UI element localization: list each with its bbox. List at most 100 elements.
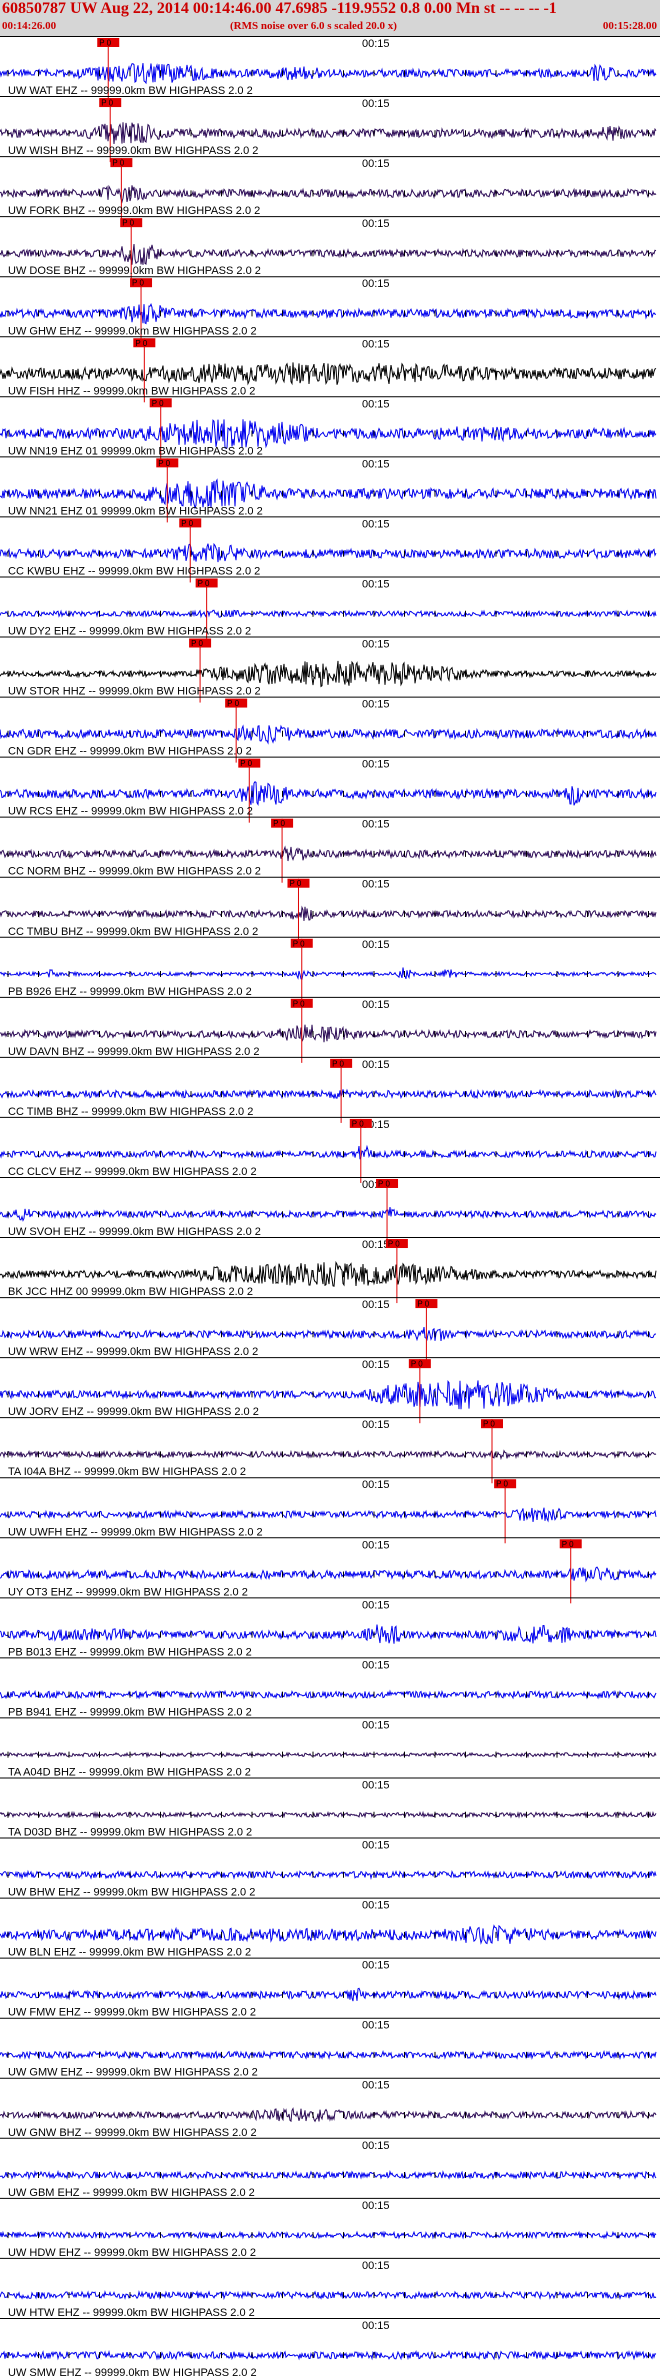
- trace-row: 00:15 P 0 UW NN19 EHZ 01 99999.0km BW HIGH…: [0, 396, 660, 463]
- time-marker-label: 00:15: [362, 1960, 390, 1972]
- station-label: PB B941 EHZ -- 99999.0km BW HIGHPASS 2.0…: [8, 1706, 252, 1718]
- time-marker-label: 00:15: [362, 879, 390, 891]
- end-time: 00:15:28.00: [602, 20, 657, 32]
- time-marker-label: 00:15: [362, 939, 390, 951]
- pick-label: P 0: [562, 1540, 574, 1549]
- waveform-trace: [0, 1689, 657, 1700]
- pick-label: P 0: [388, 1240, 400, 1249]
- trace-row: 00:15 UW GNW BHZ -- 99999.0km BW HIGHPASS…: [0, 2077, 660, 2139]
- station-label: UW HDW EHZ -- 99999.0km BW HIGHPASS 2.0 …: [8, 2247, 256, 2259]
- trace-row: 00:15 UW HDW EHZ -- 99999.0km BW HIGHPASS…: [0, 2197, 660, 2259]
- station-label: PB B926 EHZ -- 99999.0km BW HIGHPASS 2.0…: [8, 986, 252, 998]
- trace-row: 00:15 P 0 UW STOR HHZ -- 99999.0km BW HIGH…: [0, 636, 660, 703]
- waveform-trace: [0, 243, 657, 265]
- time-marker-label: 00:15: [362, 2260, 390, 2272]
- trace-row: 00:15 P 0 UW WISH BHZ -- 99999.0km BW HIGH…: [0, 96, 660, 163]
- time-marker-label: 00:15: [362, 699, 390, 711]
- pick-label: P 0: [289, 879, 301, 888]
- time-marker-label: 00:15: [362, 1059, 390, 1071]
- trace-row: 00:15P 0 BK JCC HHZ 00 99999.0km BW HIGHP…: [0, 1237, 660, 1304]
- trace-row: 00:15 P 0 UW UWFH EHZ -- 99999.0km BW HIGH…: [0, 1477, 660, 1544]
- waveform-trace: [0, 2230, 657, 2240]
- station-label: UW WAT EHZ -- 99999.0km BW HIGHPASS 2.0 …: [8, 85, 253, 97]
- pick-label: P 0: [293, 939, 305, 948]
- trace-row: 00:15 UW FMW EHZ -- 99999.0km BW HIGHPASS…: [0, 1957, 660, 2019]
- trace-row: 00:15 UW BHW EHZ -- 99999.0km BW HIGHPASS…: [0, 1837, 660, 1899]
- time-marker-label: 00:15: [362, 1840, 390, 1852]
- time-marker-label: 00:15: [362, 218, 390, 230]
- trace-row: 00:15 P 0 UW WRW EHZ -- 99999.0km BW HIGHP…: [0, 1297, 660, 1364]
- pick-label: P 0: [101, 99, 113, 108]
- pick-label: P 0: [411, 1360, 423, 1369]
- station-label: UW BLN EHZ -- 99999.0km BW HIGHPASS 2.0 …: [8, 1947, 251, 1959]
- station-label: UW FORK BHZ -- 99999.0km BW HIGHPASS 2.0…: [8, 205, 260, 217]
- station-label: UW NN21 EHZ 01 99999.0km BW HIGHPASS 2.0…: [8, 505, 263, 517]
- start-time: 00:14:26.00: [2, 20, 57, 32]
- trace-row: 00:15 UW BLN EHZ -- 99999.0km BW HIGHPASS…: [0, 1897, 660, 1959]
- waveform-trace: [0, 905, 657, 921]
- waveform-trace: [0, 2349, 657, 2361]
- station-label: UW BHW EHZ -- 99999.0km BW HIGHPASS 2.0 …: [8, 1887, 255, 1899]
- waveform-trace: [0, 1088, 657, 1100]
- station-label: UW JORV EHZ -- 99999.0km BW HIGHPASS 2.0…: [8, 1406, 259, 1418]
- pick-label: P 0: [158, 459, 170, 468]
- pick-label: P 0: [191, 639, 203, 648]
- waveform-trace: [0, 303, 656, 325]
- time-marker-label: 00:15: [362, 2140, 390, 2152]
- waveform-trace: [0, 2107, 657, 2123]
- time-marker-label: 00:15: [362, 639, 390, 651]
- station-label: UW NN19 EHZ 01 99999.0km BW HIGHPASS 2.0…: [8, 445, 263, 457]
- time-marker-label: 00:15: [362, 1719, 390, 1731]
- trace-row: 00:15 P 0 UW WAT EHZ -- 99999.0km BW HIGHP…: [0, 36, 660, 103]
- station-label: UY OT3 EHZ -- 99999.0km BW HIGHPASS 2.0 …: [8, 1586, 248, 1598]
- pick-label: P 0: [273, 819, 285, 828]
- pick-label: P 0: [352, 1119, 364, 1128]
- station-label: CC TMBU BHZ -- 99999.0km BW HIGHPASS 2.0…: [8, 926, 258, 938]
- station-label: CC NORM BHZ -- 99999.0km BW HIGHPASS 2.0…: [8, 866, 261, 878]
- station-label: UW UWFH EHZ -- 99999.0km BW HIGHPASS 2.0…: [8, 1526, 263, 1538]
- time-marker-label: 00:15: [362, 2020, 390, 2032]
- trace-row: 00:15 P 0 UY OT3 EHZ -- 99999.0km BW HIGHP…: [0, 1537, 660, 1604]
- time-marker-label: 00:15: [362, 1479, 390, 1491]
- station-label: UW GMW EHZ -- 99999.0km BW HIGHPASS 2.0 …: [8, 2067, 258, 2079]
- time-marker-label: 00:15: [362, 38, 390, 50]
- time-marker-label: 00:15: [362, 338, 390, 350]
- time-marker-label: 00:15: [362, 1599, 390, 1611]
- trace-row: 00:15 UW HTW EHZ -- 99999.0km BW HIGHPASS…: [0, 2257, 660, 2319]
- time-marker-label: 00:15: [362, 2320, 390, 2332]
- pick-label: P 0: [483, 1420, 495, 1429]
- pick-label: P 0: [378, 1179, 390, 1188]
- event-header: 60850787 UW Aug 22, 2014 00:14:46.00 47.…: [0, 0, 660, 36]
- station-label: UW FISH HHZ -- 99999.0km BW HIGHPASS 2.0…: [8, 385, 255, 397]
- waveform-trace: [0, 419, 657, 449]
- pick-label: P 0: [132, 279, 144, 288]
- trace-row: 00:15 P 0 UW NN21 EHZ 01 99999.0km BW HIGH…: [0, 456, 660, 523]
- trace-row: 00:15 P 0 UW FORK BHZ -- 99999.0km BW HIGH…: [0, 156, 660, 223]
- time-marker-label: 00:15: [362, 2080, 390, 2092]
- station-label: UW SMW EHZ -- 99999.0km BW HIGHPASS 2.0 …: [8, 2367, 257, 2378]
- pick-label: P 0: [181, 519, 193, 528]
- trace-row: 00:15 TA A04D BHZ -- 99999.0km BW HIGHPAS…: [0, 1717, 660, 1778]
- waveform-trace: [0, 2169, 657, 2181]
- waveform-trace: [0, 609, 657, 619]
- time-marker-label: 00:15: [362, 1359, 390, 1371]
- time-marker-label: 00:15: [362, 1299, 390, 1311]
- trace-row: 00:15 P 0 CN GDR EHZ -- 99999.0km BW HIGHP…: [0, 696, 660, 763]
- waveform-trace: [0, 1260, 657, 1287]
- waveform-trace: [0, 478, 657, 510]
- time-marker-label: 00:15: [362, 1900, 390, 1912]
- time-marker-label: 00:15: [362, 2200, 390, 2212]
- time-marker-label: 00:15: [362, 458, 390, 470]
- waveform-trace: [0, 967, 657, 980]
- time-marker-label: 00:15: [362, 1659, 390, 1671]
- time-marker-label: 00:15: [362, 158, 390, 170]
- waveform-trace: [0, 63, 657, 85]
- station-label: UW FMW EHZ -- 99999.0km BW HIGHPASS 2.0 …: [8, 2007, 256, 2019]
- trace-row: 00:15 P 0 UW DY2 EHZ -- 99999.0km BW HIGHP…: [0, 576, 660, 643]
- trace-row: 00:15 P 0 UW RCS EHZ -- 99999.0km BW HIGHP…: [0, 756, 660, 823]
- trace-row: 00:15 UW GBM EHZ -- 99999.0km BW HIGHPASS…: [0, 2137, 660, 2199]
- time-marker-label: 00:15: [362, 1419, 390, 1431]
- trace-row: 00:15 P 0 CC TIMB BHZ -- 99999.0km BW HIGH…: [0, 1056, 660, 1123]
- station-label: UW WISH BHZ -- 99999.0km BW HIGHPASS 2.0…: [8, 145, 258, 157]
- waveform-trace: [0, 542, 657, 563]
